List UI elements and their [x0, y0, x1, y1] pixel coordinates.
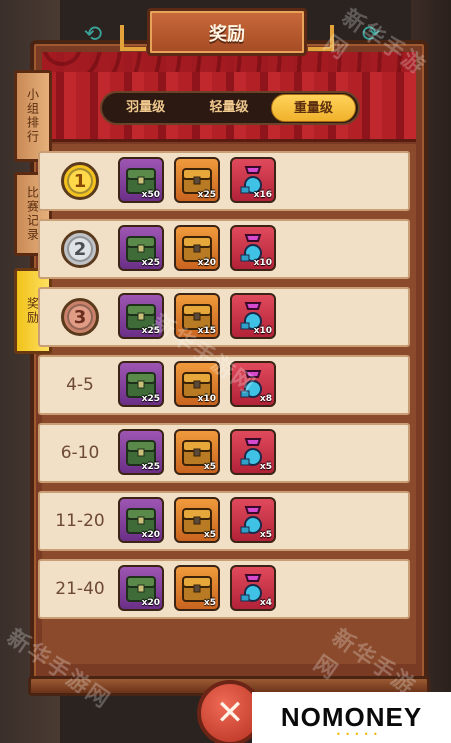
item-count: x4: [259, 598, 272, 608]
item-count: x10: [197, 394, 216, 404]
pink-potion-icon[interactable]: x4: [230, 565, 276, 611]
rank-label: 21-40: [55, 579, 105, 599]
green-chest-icon[interactable]: x20: [118, 497, 164, 543]
rank-label: 6-10: [60, 443, 100, 463]
gold-chest-icon[interactable]: x5: [174, 497, 220, 543]
gold-chest-icon[interactable]: x5: [174, 565, 220, 611]
medal-number: 2: [67, 236, 93, 262]
pink-potion-icon[interactable]: x10: [230, 225, 276, 271]
item-count: x5: [203, 462, 216, 472]
rank-cell: 11-20: [48, 493, 112, 549]
green-chest-icon[interactable]: x25: [118, 225, 164, 271]
gold-chest-icon[interactable]: x25: [174, 157, 220, 203]
pink-potion-icon[interactable]: x5: [230, 497, 276, 543]
medal-number: 3: [67, 304, 93, 330]
pink-potion-icon[interactable]: x16: [230, 157, 276, 203]
item-count: x25: [141, 394, 160, 404]
item-count: x16: [253, 190, 272, 200]
brand-logo-dots: • • • • •: [336, 730, 379, 739]
item-count: x8: [259, 394, 272, 404]
rank-cell: 6-10: [48, 425, 112, 481]
gold-medal-icon: 1: [61, 162, 99, 200]
green-chest-icon[interactable]: x25: [118, 361, 164, 407]
item-count: x10: [253, 258, 272, 268]
pink-potion-icon[interactable]: x5: [230, 429, 276, 475]
reward-row: 1 x50 x25 x16: [38, 151, 410, 211]
gold-chest-icon[interactable]: x20: [174, 225, 220, 271]
rank-cell: 1: [48, 153, 112, 209]
pink-potion-icon[interactable]: x10: [230, 293, 276, 339]
green-chest-icon[interactable]: x20: [118, 565, 164, 611]
item-count: x25: [197, 190, 216, 200]
title-banner: 奖励: [120, 8, 334, 56]
item-count: x20: [141, 530, 160, 540]
item-count: x5: [203, 530, 216, 540]
green-chest-icon[interactable]: x25: [118, 429, 164, 475]
item-count: x20: [141, 598, 160, 608]
medal-number: 1: [67, 168, 93, 194]
silver-medal-icon: 2: [61, 230, 99, 268]
side-tab-group-ranking[interactable]: 小组排行: [14, 70, 52, 162]
brand-logo-text: NOMONEY: [280, 702, 423, 732]
item-count: x25: [141, 258, 160, 268]
rank-cell: 21-40: [48, 561, 112, 617]
tab-lightweight[interactable]: 轻量级: [187, 94, 270, 122]
green-chest-icon[interactable]: x50: [118, 157, 164, 203]
reward-row: 2 x25 x20 x10: [38, 219, 410, 279]
item-count: x10: [253, 326, 272, 336]
item-count: x25: [141, 462, 160, 472]
rank-cell: 4-5: [48, 357, 112, 413]
close-icon: ✕: [215, 693, 245, 733]
gold-chest-icon[interactable]: x5: [174, 429, 220, 475]
rank-label: 4-5: [66, 375, 94, 395]
rank-cell: 3: [48, 289, 112, 345]
reward-row: 3 x25 x15 x10: [38, 287, 410, 347]
tab-heavyweight[interactable]: 重量级: [270, 94, 356, 122]
brand-logo: NOMONEY • • • • •: [252, 692, 451, 743]
tab-featherweight[interactable]: 羽量级: [104, 94, 187, 122]
item-count: x20: [197, 258, 216, 268]
weight-class-tabs: 羽量级 轻量级 重量级: [100, 91, 360, 125]
rank-label: 11-20: [55, 511, 105, 531]
item-count: x5: [259, 530, 272, 540]
reward-row: 6-10 x25 x5 x5: [38, 423, 410, 483]
rank-cell: 2: [48, 221, 112, 277]
page-title: 奖励: [209, 24, 245, 45]
item-count: x50: [141, 190, 160, 200]
reward-row: 11-20 x20 x5 x5: [38, 491, 410, 551]
bronze-medal-icon: 3: [61, 298, 99, 336]
item-count: x5: [259, 462, 272, 472]
item-count: x5: [203, 598, 216, 608]
reward-row: 21-40 x20 x5 x4: [38, 559, 410, 619]
